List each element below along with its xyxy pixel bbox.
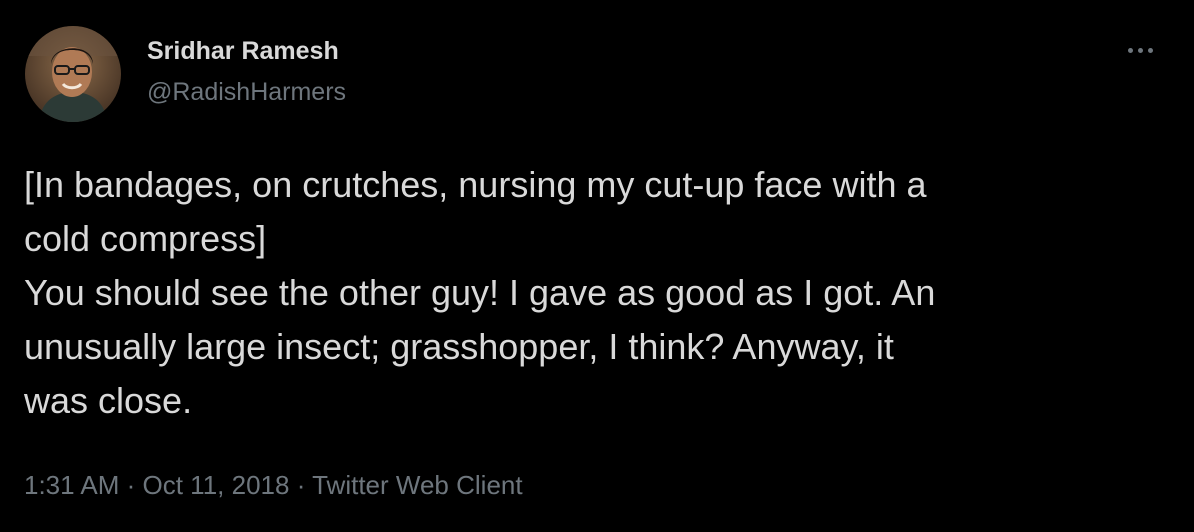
tweet-text-line: was close.	[24, 380, 193, 421]
meta-separator: ·	[119, 470, 143, 500]
author-handle[interactable]: @RadishHarmers	[147, 78, 346, 107]
more-horizontal-icon	[1127, 47, 1133, 53]
tweet-time[interactable]: 1:31 AM	[24, 470, 119, 500]
tweet-client[interactable]: Twitter Web Client	[312, 470, 522, 500]
tweet-metadata: 1:31 AM · Oct 11, 2018 · Twitter Web Cli…	[24, 470, 523, 501]
author-avatar[interactable]	[25, 26, 121, 122]
more-options-button[interactable]	[1120, 38, 1160, 62]
tweet-date[interactable]: Oct 11, 2018	[143, 470, 290, 500]
tweet-card: Sridhar Ramesh @RadishHarmers [In bandag…	[0, 0, 1194, 532]
more-horizontal-icon-dot	[1137, 47, 1143, 53]
more-horizontal-icon-dot	[1147, 47, 1153, 53]
tweet-text-line: [In bandages, on crutches, nursing my cu…	[24, 164, 927, 205]
profile-photo-icon	[25, 26, 121, 122]
tweet-text-line: You should see the other guy! I gave as …	[24, 272, 936, 313]
tweet-body: [In bandages, on crutches, nursing my cu…	[24, 158, 1154, 428]
tweet-text-line: cold compress]	[24, 218, 267, 259]
author-display-name[interactable]: Sridhar Ramesh	[147, 37, 339, 66]
meta-separator: ·	[289, 470, 313, 500]
tweet-text-line: unusually large insect; grasshopper, I t…	[24, 326, 894, 367]
